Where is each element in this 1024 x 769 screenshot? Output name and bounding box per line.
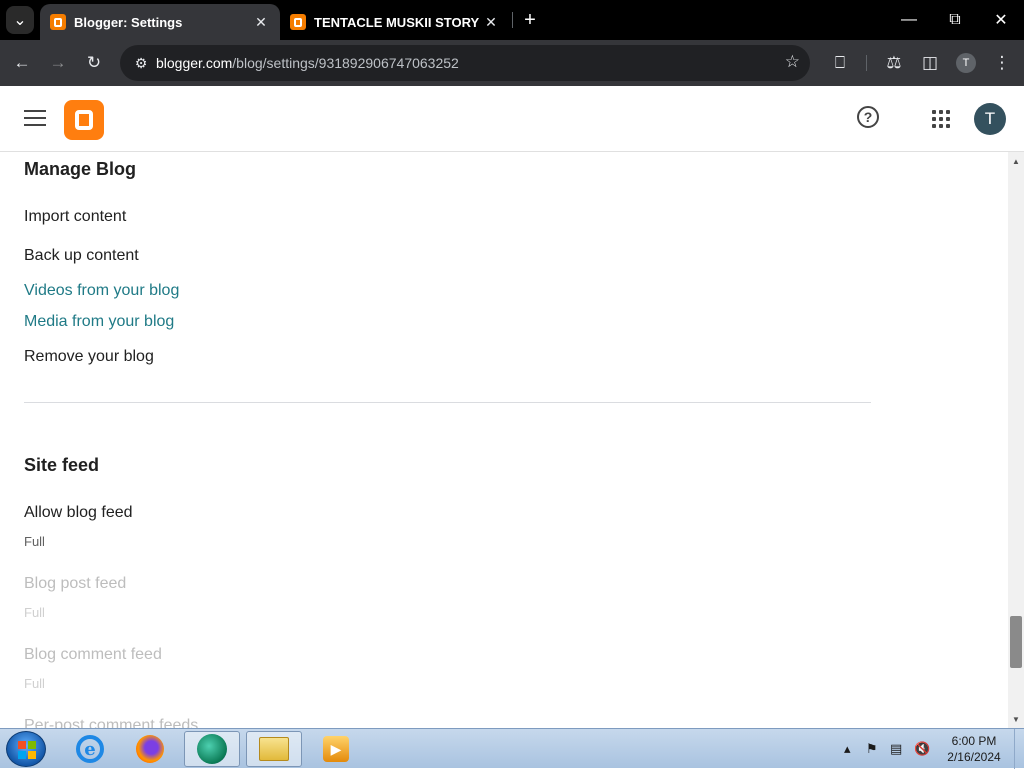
scroll-down-arrow-icon[interactable]: ▼ bbox=[1008, 712, 1024, 726]
account-avatar[interactable]: T bbox=[974, 103, 1006, 135]
taskbar-firefox[interactable] bbox=[122, 731, 178, 767]
reload-icon[interactable]: ↻ bbox=[80, 49, 108, 77]
url-text[interactable]: blogger.com/blog/settings/93189290674706… bbox=[156, 55, 459, 71]
window-close-icon[interactable]: ✕ bbox=[978, 0, 1024, 40]
taskbar-internet-explorer[interactable]: e bbox=[62, 731, 118, 767]
site-feed-heading: Site feed bbox=[24, 455, 100, 475]
back-up-content-item[interactable]: Back up content bbox=[24, 247, 139, 265]
tab-tentacle-story[interactable]: TENTACLE MUSKII STORY ✕ bbox=[280, 4, 510, 40]
allow-blog-feed-value: Full bbox=[24, 534, 45, 549]
browser-profile-avatar[interactable]: T bbox=[956, 53, 976, 73]
edge-browser-icon bbox=[197, 734, 227, 764]
media-from-blog-link[interactable]: Media from your blog bbox=[24, 313, 174, 331]
blogger-logo-icon[interactable] bbox=[64, 100, 104, 140]
internet-explorer-icon: e bbox=[76, 735, 104, 763]
system-clock[interactable]: 6:00 PM 2/16/2024 bbox=[936, 733, 1012, 765]
firefox-icon bbox=[136, 735, 164, 763]
blogger-app-bar: ? T bbox=[0, 86, 1024, 152]
more-vert-icon[interactable]: ⋮ bbox=[988, 49, 1016, 77]
back-arrow-icon[interactable]: ← bbox=[8, 49, 36, 77]
remove-blog-item[interactable]: Remove your blog bbox=[24, 348, 154, 366]
address-bar[interactable]: ⚙ blogger.com/blog/settings/931892906747… bbox=[120, 45, 810, 81]
start-button[interactable] bbox=[6, 731, 46, 767]
blog-comment-feed-value: Full bbox=[24, 676, 45, 691]
blog-post-feed-item: Blog post feed bbox=[24, 575, 127, 592]
close-icon[interactable]: ✕ bbox=[252, 13, 270, 31]
toolbar-separator bbox=[866, 55, 867, 71]
google-apps-grid-icon[interactable] bbox=[932, 110, 950, 128]
taskbar-file-explorer[interactable] bbox=[246, 731, 302, 767]
volume-muted-icon[interactable]: 🔇 bbox=[914, 729, 930, 769]
clock-time: 6:00 PM bbox=[951, 734, 997, 748]
tab-title: TENTACLE MUSKII STORY bbox=[314, 14, 480, 30]
videos-from-blog-link[interactable]: Videos from your blog bbox=[24, 282, 179, 300]
taskbar-edge[interactable] bbox=[184, 731, 240, 767]
manage-blog-heading: Manage Blog bbox=[24, 159, 137, 179]
blogger-favicon-icon bbox=[290, 14, 306, 30]
browser-toolbar: ← → ↻ ⚙ blogger.com/blog/settings/931892… bbox=[0, 40, 1024, 86]
tab-separator bbox=[512, 12, 513, 28]
show-desktop-button[interactable] bbox=[1014, 729, 1024, 769]
windows-taskbar: e ▶ ▴ ⚑ ▤ 🔇 6:00 PM 2/16/2024 bbox=[0, 728, 1024, 769]
show-hidden-icons-icon[interactable]: ▴ bbox=[844, 729, 851, 769]
network-icon[interactable]: ▤ bbox=[890, 729, 902, 769]
page-scrollbar[interactable]: ▲ ▼ bbox=[1008, 152, 1024, 728]
minimize-icon[interactable]: — bbox=[886, 0, 932, 40]
section-divider bbox=[24, 402, 871, 403]
tab-blogger-settings[interactable]: Blogger: Settings ✕ bbox=[40, 4, 280, 40]
windows-flag-icon bbox=[18, 741, 36, 759]
side-panel-icon[interactable]: ◫ bbox=[916, 49, 944, 77]
action-center-flag-icon[interactable]: ⚑ bbox=[866, 729, 878, 769]
close-icon[interactable]: ✕ bbox=[482, 13, 500, 31]
import-content-item[interactable]: Import content bbox=[24, 208, 126, 226]
per-post-comment-feeds-item: Per-post comment feeds bbox=[24, 717, 199, 728]
tab-title: Blogger: Settings bbox=[74, 14, 183, 30]
scroll-up-arrow-icon[interactable]: ▲ bbox=[1008, 154, 1024, 168]
chevron-down-icon: ⌄ bbox=[13, 12, 27, 29]
blog-post-feed-value: Full bbox=[24, 605, 45, 620]
new-tab-plus-icon[interactable]: + bbox=[518, 8, 542, 32]
media-player-icon: ▶ bbox=[323, 736, 349, 762]
tab-search-button[interactable]: ⌄ bbox=[6, 6, 34, 34]
restore-icon[interactable]: ⧉ bbox=[932, 0, 978, 40]
menu-hamburger-icon[interactable] bbox=[24, 110, 46, 128]
forward-arrow-icon[interactable]: → bbox=[44, 49, 72, 77]
extensions-puzzle-icon[interactable]: ⎕ bbox=[826, 49, 854, 77]
bookmark-star-icon[interactable]: ☆ bbox=[785, 52, 800, 72]
folder-icon bbox=[259, 737, 289, 761]
taskbar-media-player[interactable]: ▶ bbox=[308, 731, 364, 767]
allow-blog-feed-item[interactable]: Allow blog feed bbox=[24, 504, 133, 522]
tab-strip: ⌄ Blogger: Settings ✕ TENTACLE MUSKII ST… bbox=[0, 0, 1024, 40]
clock-date: 2/16/2024 bbox=[947, 750, 1001, 764]
scrollbar-thumb[interactable] bbox=[1010, 616, 1022, 668]
site-settings-icon[interactable]: ⚙ bbox=[126, 55, 156, 72]
labs-flask-icon[interactable]: ⚖ bbox=[880, 49, 908, 77]
blog-comment-feed-item: Blog comment feed bbox=[24, 646, 162, 663]
settings-content: Manage Blog Import content Back up conte… bbox=[0, 152, 1008, 728]
blogger-favicon-icon bbox=[50, 14, 66, 30]
help-icon[interactable]: ? bbox=[857, 106, 879, 128]
